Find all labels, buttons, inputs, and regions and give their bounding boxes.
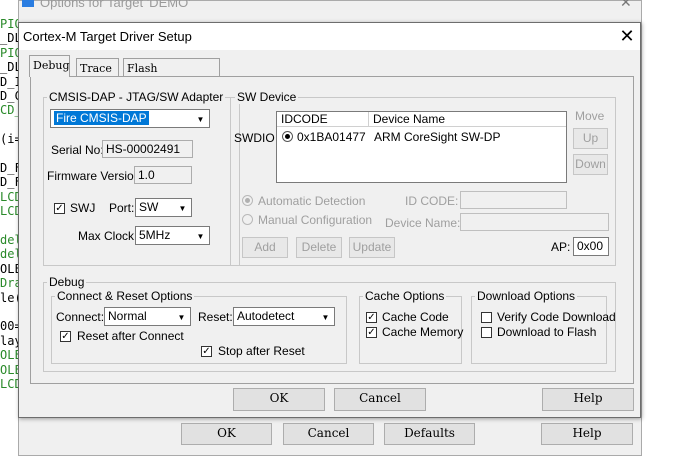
- debug-group-label: Debug: [47, 275, 87, 289]
- row-selected-radio[interactable]: [282, 131, 293, 142]
- debug-tab-panel: CMSIS-DAP - JTAG/SW Adapter Fire CMSIS-D…: [30, 76, 634, 384]
- cancel-button[interactable]: Cancel: [334, 388, 426, 411]
- swdio-label: SWDIO: [234, 131, 275, 145]
- adapter-group-label: CMSIS-DAP - JTAG/SW Adapter: [47, 90, 226, 104]
- manual-configuration-radio[interactable]: [242, 214, 253, 225]
- port-select-value: SW: [139, 200, 159, 214]
- stop-after-reset-label: Stop after Reset: [218, 344, 305, 358]
- id-code-label: ID CODE:: [405, 194, 459, 208]
- idcode-column-header[interactable]: IDCODE: [277, 112, 369, 127]
- port-chevron-down-icon[interactable]: ▼: [175, 200, 190, 215]
- help-button[interactable]: Help: [542, 388, 634, 411]
- move-down-button[interactable]: Down: [573, 154, 608, 175]
- firmware-field: 1.0: [134, 166, 192, 184]
- reset-after-connect-checkbox[interactable]: ✓: [60, 331, 71, 342]
- reset-chevron-down-icon[interactable]: ▼: [318, 309, 333, 324]
- adapter-select[interactable]: Fire CMSIS-DAP ▼: [50, 109, 210, 128]
- sw-device-table[interactable]: IDCODE Device Name 0x1BA01477 ARM CoreSi…: [276, 111, 567, 183]
- max-clock-select[interactable]: 5MHz ▼: [135, 226, 210, 245]
- device-name-column-header[interactable]: Device Name: [369, 112, 566, 127]
- tab-trace[interactable]: Trace: [76, 58, 119, 77]
- id-code-input[interactable]: [460, 191, 567, 209]
- port-label: Port:: [109, 201, 135, 215]
- move-label: Move: [575, 109, 605, 123]
- firmware-label: Firmware Version:: [47, 169, 144, 183]
- update-button[interactable]: Update: [349, 237, 395, 258]
- stop-after-reset-checkbox[interactable]: ✓: [201, 346, 212, 357]
- options-window-close-icon[interactable]: ✕: [620, 0, 632, 11]
- options-window-icon: [22, 0, 34, 7]
- tab-flash-download[interactable]: Flash Download: [123, 58, 220, 94]
- download-options-group-label: Download Options: [475, 289, 578, 303]
- max-clock-chevron-down-icon[interactable]: ▼: [193, 228, 208, 243]
- dialog-title: Cortex-M Target Driver Setup: [23, 29, 192, 44]
- reset-label: Reset:: [198, 310, 233, 324]
- options-help-button[interactable]: Help: [541, 423, 633, 445]
- dialog-close-icon[interactable]: ✕: [617, 24, 637, 48]
- connect-select[interactable]: Normal ▼: [104, 307, 191, 326]
- cache-code-checkbox[interactable]: ✓: [366, 312, 377, 323]
- ok-button[interactable]: OK: [233, 388, 325, 411]
- swj-label: SWJ: [70, 201, 96, 215]
- download-to-flash-checkbox[interactable]: [481, 327, 492, 338]
- delete-button[interactable]: Delete: [296, 237, 342, 258]
- swj-checkbox[interactable]: ✓: [54, 203, 65, 214]
- connect-chevron-down-icon[interactable]: ▼: [174, 309, 189, 324]
- download-to-flash-label: Download to Flash: [497, 325, 597, 339]
- max-clock-label: Max Clock:: [78, 229, 138, 243]
- dialog-titlebar: Cortex-M Target Driver Setup ✕: [19, 23, 640, 50]
- row-device-name: ARM CoreSight SW-DP: [374, 130, 501, 144]
- cache-memory-label: Cache Memory: [382, 325, 464, 339]
- automatic-detection-radio[interactable]: [242, 195, 253, 206]
- reset-select[interactable]: Autodetect ▼: [233, 307, 335, 326]
- options-cancel-button[interactable]: Cancel: [283, 423, 374, 445]
- verify-code-download-checkbox[interactable]: [481, 312, 492, 323]
- reset-select-value: Autodetect: [237, 309, 295, 323]
- tab-debug[interactable]: Debug: [29, 55, 70, 77]
- manual-configuration-label: Manual Configuration: [258, 213, 373, 227]
- options-window-title: Options for Target 'DEMO': [40, 0, 191, 10]
- move-up-button[interactable]: Up: [573, 128, 608, 149]
- connect-reset-group-label: Connect & Reset Options: [55, 289, 195, 303]
- serial-field: HS-00002491: [102, 140, 193, 158]
- connect-select-value: Normal: [108, 309, 147, 323]
- serial-label: Serial No:: [51, 143, 104, 157]
- table-row[interactable]: 0x1BA01477 ARM CoreSight SW-DP: [277, 129, 566, 145]
- port-select[interactable]: SW ▼: [135, 198, 192, 217]
- cache-options-group-label: Cache Options: [363, 289, 447, 303]
- row-idcode: 0x1BA01477: [297, 130, 366, 144]
- ap-label: AP:: [551, 240, 571, 254]
- device-name-label: Device Name:: [385, 216, 461, 230]
- cache-memory-checkbox[interactable]: ✓: [366, 327, 377, 338]
- options-defaults-button[interactable]: Defaults: [384, 423, 475, 445]
- add-button[interactable]: Add: [242, 237, 288, 258]
- target-driver-setup-dialog: Cortex-M Target Driver Setup ✕ Debug Tra…: [18, 22, 641, 418]
- cache-code-label: Cache Code: [382, 310, 449, 324]
- options-ok-button[interactable]: OK: [181, 423, 272, 445]
- sw-device-group-label: SW Device: [235, 90, 299, 104]
- adapter-select-value: Fire CMSIS-DAP: [54, 111, 149, 125]
- automatic-detection-label: Automatic Detection: [258, 194, 366, 208]
- verify-code-download-label: Verify Code Download: [497, 310, 616, 324]
- device-name-input[interactable]: [460, 213, 609, 231]
- reset-after-connect-label: Reset after Connect: [77, 329, 184, 343]
- connect-label: Connect:: [56, 310, 105, 324]
- ap-input[interactable]: 0x00: [573, 237, 609, 256]
- adapter-chevron-down-icon[interactable]: ▼: [193, 111, 208, 126]
- max-clock-select-value: 5MHz: [139, 228, 171, 242]
